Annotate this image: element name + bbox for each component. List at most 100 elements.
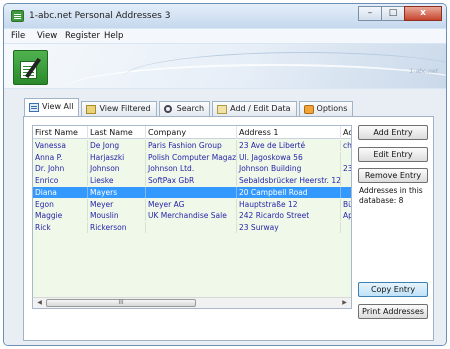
table-row[interactable]: Vanessa De Jong Paris Fashion Group 23 Ave … <box>33 140 351 151</box>
tab-view-all[interactable]: View All <box>24 98 80 116</box>
tab-label: Options <box>316 104 348 113</box>
app-window: 1-abc.net Personal Addresses 3 – □ x Fil… <box>3 3 447 346</box>
brand-watermark: 1-abc.net <box>409 68 438 75</box>
tab-options[interactable]: Options <box>298 101 354 116</box>
cell-first-name: Rick <box>33 221 88 233</box>
column-header-first-name[interactable]: First Name <box>33 126 88 139</box>
cell-address-1: Hauptstraße 12 <box>237 198 341 210</box>
main-content: View All View Filtered Search Add / Edit… <box>4 89 446 345</box>
cell-last-name: Meyer <box>88 198 146 210</box>
address-book-logo-icon <box>13 50 48 85</box>
cell-address-2 <box>341 152 351 163</box>
cell-last-name: Mayers <box>88 186 146 198</box>
tab-label: Add / Edit Data <box>230 104 291 113</box>
window-controls: – □ x <box>358 6 442 21</box>
table-row[interactable]: Egon Meyer Meyer AG Hauptstraße 12 Bü <box>33 198 352 210</box>
cell-address-1: 23 Surway <box>237 221 341 233</box>
cell-company: Johnson Ltd. <box>146 163 237 175</box>
menu-file[interactable]: File <box>11 31 25 41</box>
table-row[interactable]: Enrico Lieske SoftPax GbR Sebaldsbrücker He… <box>33 175 351 187</box>
header-banner: 1-abc.net <box>4 44 446 88</box>
cell-address-2: Ap <box>343 211 352 221</box>
cell-address-2 <box>341 187 351 198</box>
cell-first-name: Maggie <box>33 210 88 222</box>
cell-address-1: Sebaldsbrücker Heerstr. 123 <box>239 175 341 187</box>
cell-last-name: De Jong <box>88 140 146 151</box>
cell-address-1: 242 Ricardo Street <box>237 210 341 222</box>
cell-address-1: 20 Campbell Road <box>237 186 341 198</box>
cell-company <box>146 186 237 198</box>
address-table[interactable]: First Name Last Name Company Address 1 A… <box>32 125 352 309</box>
search-icon <box>163 105 172 113</box>
table-row[interactable]: Anna P. Harjaszki Polish Computer Magaz...… <box>33 151 351 163</box>
app-icon <box>11 10 24 22</box>
title-bar[interactable]: 1-abc.net Personal Addresses 3 – □ x <box>4 4 446 28</box>
cell-address-1: Ul. Jagoskowa 56 <box>237 151 341 163</box>
scroll-left-icon[interactable]: ◀ <box>34 298 45 308</box>
tab-add-edit-data[interactable]: Add / Edit Data <box>212 101 297 116</box>
cell-first-name: Diana <box>33 186 88 198</box>
cell-first-name: Anna P. <box>33 151 88 163</box>
tab-strip: View All View Filtered Search Add / Edit… <box>24 98 355 116</box>
cell-address-2: Bü <box>343 199 352 209</box>
edit-entry-button[interactable]: Edit Entry <box>358 147 428 162</box>
menu-register[interactable]: Register <box>65 31 100 41</box>
minimize-button[interactable]: – <box>358 6 382 21</box>
table-row[interactable]: Rick Rickerson 23 Surway <box>33 221 351 233</box>
column-header-address-2[interactable]: Ad <box>341 126 351 139</box>
tab-search[interactable]: Search <box>158 101 211 116</box>
cell-first-name: Enrico <box>33 175 88 187</box>
cell-first-name: Dr. John <box>33 163 88 175</box>
table-row[interactable]: Maggie Mouslin UK Merchandise Sale 242 Rica… <box>33 210 352 222</box>
close-button[interactable]: x <box>404 6 442 21</box>
remove-entry-button[interactable]: Remove Entry <box>358 168 428 183</box>
cell-first-name: Egon <box>33 198 88 210</box>
menu-help[interactable]: Help <box>104 31 123 41</box>
cell-address-2: ch <box>343 141 352 150</box>
menu-view[interactable]: View <box>37 31 57 41</box>
banner-wave-decoration <box>124 52 446 88</box>
cell-company: Polish Computer Magaz... <box>148 151 237 163</box>
tab-view-filtered[interactable]: View Filtered <box>81 101 157 116</box>
scroll-right-icon[interactable]: ▶ <box>339 298 350 308</box>
table-body: Vanessa De Jong Paris Fashion Group 23 Ave … <box>33 139 351 299</box>
table-row[interactable]: Dr. John Johnson Johnson Ltd. Johnson Build… <box>33 163 352 175</box>
list-icon <box>29 103 39 112</box>
options-icon <box>303 105 314 114</box>
cell-company: Paris Fashion Group <box>146 140 237 151</box>
copy-entry-button[interactable]: Copy Entry <box>358 282 428 297</box>
cell-address-1: Johnson Building <box>237 163 341 175</box>
table-row[interactable]: Diana Mayers 20 Campbell Road <box>33 186 351 198</box>
column-header-company[interactable]: Company <box>146 126 237 139</box>
cell-last-name: Mouslin <box>88 210 146 222</box>
cell-company: Meyer AG <box>146 198 237 210</box>
menu-bar: File View Register Help <box>4 29 446 43</box>
cell-address-2 <box>341 175 351 186</box>
cell-last-name: Johnson <box>88 163 146 175</box>
scrollbar-thumb[interactable]: III <box>46 299 196 307</box>
tab-label: Search <box>176 104 205 113</box>
column-header-address-1[interactable]: Address 1 <box>237 126 341 139</box>
cell-company: UK Merchandise Sale <box>146 210 237 222</box>
cell-address-1: 23 Ave de Liberté <box>237 140 341 151</box>
filter-icon <box>86 105 97 114</box>
tab-label: View Filtered <box>99 104 151 113</box>
address-count-label: Addresses in this database: 8 <box>359 186 423 205</box>
table-header: First Name Last Name Company Address 1 A… <box>33 126 351 139</box>
column-header-last-name[interactable]: Last Name <box>88 126 146 139</box>
cell-first-name: Vanessa <box>33 140 88 151</box>
cell-last-name: Harjaszki <box>88 151 146 163</box>
cell-company: SoftPax GbR <box>146 175 237 187</box>
maximize-button[interactable]: □ <box>381 6 405 21</box>
cell-company <box>146 221 237 233</box>
print-addresses-button[interactable]: Print Addresses <box>358 304 428 319</box>
tab-label: View All <box>42 102 74 111</box>
cell-address-2 <box>341 222 351 233</box>
add-entry-button[interactable]: Add Entry <box>358 125 428 140</box>
view-all-panel: First Name Last Name Company Address 1 A… <box>23 116 434 341</box>
cell-address-2: 23 <box>343 164 352 174</box>
cell-last-name: Rickerson <box>88 221 146 233</box>
window-title: 1-abc.net Personal Addresses 3 <box>29 11 171 21</box>
horizontal-scrollbar[interactable]: ◀ III ▶ <box>33 297 351 308</box>
edit-icon <box>217 105 228 114</box>
